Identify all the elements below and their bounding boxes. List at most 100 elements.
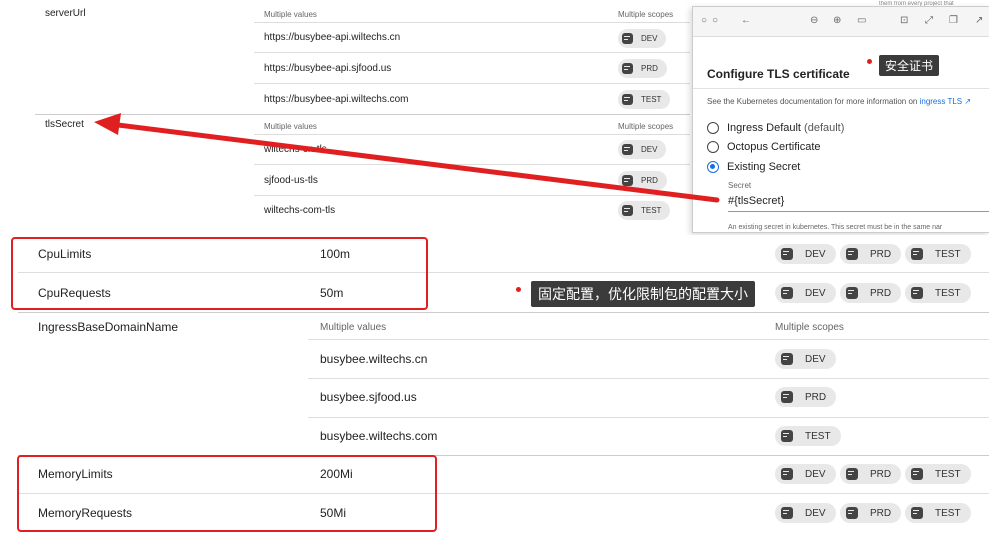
list-icon	[781, 248, 793, 260]
list-icon	[622, 33, 633, 44]
divider	[254, 164, 690, 165]
list-icon	[846, 468, 858, 480]
divider	[254, 134, 690, 135]
list-icon	[846, 507, 858, 519]
ingress-tls-link[interactable]: ingress TLS	[920, 97, 963, 106]
share-icon[interactable]: ↗	[975, 15, 983, 26]
divider	[308, 378, 989, 379]
radio-ingress-default[interactable]: Ingress Default (default)	[707, 122, 844, 134]
window-icon[interactable]: ❐	[949, 15, 958, 26]
divider	[254, 52, 690, 53]
list-icon	[781, 468, 793, 480]
list-icon	[911, 468, 923, 480]
variable-value[interactable]: https://busybee-api.sjfood.us	[264, 63, 391, 74]
values-header: Multiple values	[264, 122, 317, 131]
variable-value[interactable]: https://busybee-api.wiltechs.cn	[264, 32, 400, 43]
top-variables-panel: serverUrl Multiple values Multiple scope…	[35, 0, 690, 233]
list-icon	[781, 430, 793, 442]
annotation-dot	[516, 287, 521, 292]
dialog-title: Configure TLS certificate	[707, 67, 850, 81]
crop-icon[interactable]: ⊡	[900, 15, 908, 26]
radio-circle	[707, 141, 719, 153]
scope-chip-prd[interactable]: PRD	[840, 283, 902, 303]
divider	[693, 88, 989, 89]
scope-chip-dev[interactable]: DEV	[775, 503, 836, 523]
variable-value[interactable]: sjfood-us-tls	[264, 175, 318, 186]
list-icon	[622, 63, 633, 74]
secret-input[interactable]: #{tlsSecret}	[728, 195, 784, 207]
radio-circle-selected	[707, 161, 719, 173]
divider	[254, 195, 690, 196]
list-icon	[911, 287, 923, 299]
scope-chip-dev[interactable]: DEV	[618, 140, 667, 159]
scope-chip-prd[interactable]: PRD	[840, 503, 902, 523]
divider	[18, 312, 989, 313]
list-icon	[911, 248, 923, 260]
circle-icon[interactable]: ○	[701, 15, 707, 26]
scope-chip-dev[interactable]: DEV	[775, 464, 836, 484]
divider	[254, 22, 690, 23]
scope-chip-prd[interactable]: PRD	[840, 464, 902, 484]
resize-icon[interactable]: ⤢	[925, 15, 933, 26]
highlight-memory-box	[17, 455, 437, 532]
variable-name-serverurl[interactable]: serverUrl	[45, 8, 86, 19]
radio-circle	[707, 122, 719, 134]
zoom-in-icon[interactable]: ⊕	[833, 15, 841, 26]
scope-chip-test[interactable]: TEST	[905, 283, 971, 303]
list-icon	[781, 287, 793, 299]
variable-name-tlssecret[interactable]: tlsSecret	[45, 119, 84, 130]
back-arrow-icon[interactable]: ←	[741, 15, 751, 26]
variable-name-ingressbasedomainname[interactable]: IngressBaseDomainName	[38, 320, 178, 334]
divider	[35, 114, 690, 115]
variable-value[interactable]: busybee.sjfood.us	[320, 390, 417, 404]
list-icon	[781, 353, 793, 365]
dialog-description: See the Kubernetes documentation for mor…	[707, 97, 972, 106]
radio-existing-secret[interactable]: Existing Secret	[707, 161, 800, 173]
scopes-header: Multiple scopes	[618, 10, 674, 19]
divider	[254, 83, 690, 84]
list-icon	[846, 287, 858, 299]
variable-value[interactable]: wiltechs-cn-tls	[264, 144, 327, 155]
scope-chip-dev[interactable]: DEV	[775, 349, 836, 369]
variable-value[interactable]: busybee.wiltechs.cn	[320, 352, 427, 366]
scope-chip-prd[interactable]: PRD	[840, 244, 902, 264]
screenshot-collage: serverUrl Multiple values Multiple scope…	[0, 0, 989, 540]
scope-chip-prd[interactable]: PRD	[618, 59, 667, 78]
variable-value[interactable]: https://busybee-api.wiltechs.com	[264, 94, 409, 105]
list-icon	[911, 507, 923, 519]
divider	[308, 417, 989, 418]
frame-icon[interactable]: ▭	[857, 15, 866, 26]
list-icon	[781, 507, 793, 519]
highlight-cpu-box	[11, 237, 428, 310]
annotation-dot	[867, 59, 872, 64]
circle-icon[interactable]: ○	[712, 15, 718, 26]
external-link-icon: ↗	[962, 97, 972, 106]
list-icon	[846, 248, 858, 260]
divider	[308, 339, 989, 340]
scope-chip-test[interactable]: TEST	[618, 201, 671, 220]
list-icon	[622, 205, 633, 216]
zoom-out-icon[interactable]: ⊖	[810, 15, 818, 26]
list-icon	[781, 391, 793, 403]
scope-chip-prd[interactable]: PRD	[775, 387, 837, 407]
tls-dialog: ○ ○ ← ⊖ ⊕ ▭ ⊡ ⤢ ❐ ↗ Configure TLS certif…	[692, 6, 989, 233]
scope-chip-test[interactable]: TEST	[775, 426, 841, 446]
radio-octopus-certificate[interactable]: Octopus Certificate	[707, 141, 821, 153]
scope-chip-dev[interactable]: DEV	[775, 283, 836, 303]
variable-value[interactable]: wiltechs-com-tls	[264, 205, 335, 216]
values-header: Multiple values	[320, 322, 387, 333]
scope-chip-dev[interactable]: DEV	[775, 244, 836, 264]
variable-value[interactable]: busybee.wiltechs.com	[320, 429, 437, 443]
scope-chip-test[interactable]: TEST	[905, 244, 971, 264]
scope-chip-prd[interactable]: PRD	[618, 171, 667, 190]
scope-chip-dev[interactable]: DEV	[618, 29, 667, 48]
scope-chip-test[interactable]: TEST	[905, 503, 971, 523]
secret-label: Secret	[728, 181, 752, 190]
scope-chip-test[interactable]: TEST	[618, 90, 671, 109]
list-icon	[622, 94, 633, 105]
scope-chip-test[interactable]: TEST	[905, 464, 971, 484]
list-icon	[622, 144, 633, 155]
list-icon	[622, 175, 633, 186]
scopes-header: Multiple scopes	[775, 322, 844, 333]
values-header: Multiple values	[264, 10, 317, 19]
